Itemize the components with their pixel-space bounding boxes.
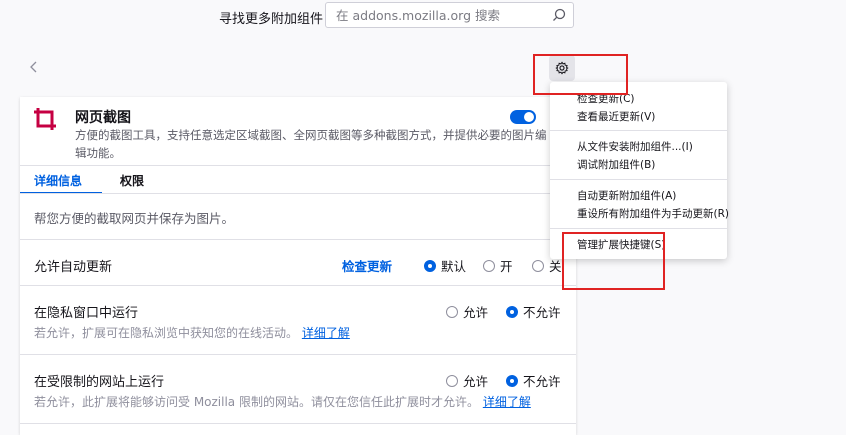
highlight-box: [533, 54, 628, 95]
menu-separator: [550, 228, 727, 229]
menu-item-auto-update[interactable]: 自动更新附加组件(A): [577, 188, 676, 203]
divider: [20, 354, 576, 355]
divider: [20, 423, 576, 424]
search-input[interactable]: [334, 7, 548, 24]
tab-permissions[interactable]: 权限: [120, 172, 144, 189]
tab-details[interactable]: 详细信息: [34, 172, 82, 189]
auto-update-on-radio[interactable]: 开: [483, 256, 513, 275]
radio-selected-icon: [424, 259, 436, 272]
subtitle-text: 若允许，此扩展将能够访问受 Mozilla 限制的网站。请仅在您信任此扩展时才允…: [34, 395, 479, 409]
learn-more-link[interactable]: 详细了解: [483, 395, 531, 409]
addon-name: 网页截图: [75, 110, 131, 126]
menu-separator: [550, 179, 727, 180]
radio-unselected-icon: [532, 259, 544, 272]
radio-label: 允许: [463, 374, 489, 389]
menu-item-view-recent-updates[interactable]: 查看最近更新(V): [577, 109, 655, 124]
menu-separator: [550, 130, 727, 131]
subtitle-text: 若允许，扩展可在隐私浏览中获知您的在线活动。: [34, 326, 299, 340]
highlight-box: [562, 232, 665, 290]
radio-unselected-icon: [446, 374, 458, 387]
radio-label: 不允许: [523, 305, 561, 320]
restricted-allow-radio[interactable]: 允许: [446, 371, 488, 390]
addons-search-box[interactable]: [325, 2, 574, 28]
radio-label: 不允许: [523, 374, 561, 389]
find-more-addons-label: 寻找更多附加组件: [219, 12, 324, 27]
back-button[interactable]: [22, 55, 46, 79]
divider: [20, 285, 576, 286]
radio-unselected-icon: [483, 259, 495, 272]
radio-label: 默认: [441, 259, 467, 274]
restricted-sites-title: 在受限制的网站上运行: [34, 375, 165, 390]
private-disallow-radio[interactable]: 不允许: [506, 302, 561, 321]
radio-selected-icon: [506, 305, 518, 318]
addon-description: 方便的截图工具，支持任意选定区域截图、全网页截图等多种截图方式，并提供必要的图片…: [75, 128, 547, 160]
addon-details-text: 帮您方便的截取网页并保存为图片。: [34, 211, 235, 226]
menu-item-reset-manual-update[interactable]: 重设所有附加组件为手动更新(R): [577, 206, 729, 221]
menu-item-debug-addons[interactable]: 调试附加组件(B): [577, 157, 655, 172]
divider: [20, 193, 576, 194]
divider: [20, 239, 576, 240]
private-window-subtitle: 若允许，扩展可在隐私浏览中获知您的在线活动。 详细了解: [34, 324, 350, 341]
addon-enable-toggle[interactable]: [510, 110, 536, 124]
addon-card: 网页截图 方便的截图工具，支持任意选定区域截图、全网页截图等多种截图方式，并提供…: [20, 97, 576, 435]
private-allow-radio[interactable]: 允许: [446, 302, 488, 321]
restricted-disallow-radio[interactable]: 不允许: [506, 371, 561, 390]
learn-more-link[interactable]: 详细了解: [302, 326, 350, 340]
divider: [20, 165, 576, 166]
radio-selected-icon: [506, 374, 518, 387]
radio-label: 开: [500, 259, 513, 274]
private-window-title: 在隐私窗口中运行: [34, 306, 139, 321]
chevron-left-icon: [30, 61, 37, 73]
auto-update-title: 允许自动更新: [34, 260, 113, 275]
auto-update-default-radio[interactable]: 默认: [424, 256, 466, 275]
radio-unselected-icon: [446, 305, 458, 318]
restricted-sites-subtitle: 若允许，此扩展将能够访问受 Mozilla 限制的网站。请仅在您信任此扩展时才允…: [34, 393, 574, 410]
check-updates-link[interactable]: 检查更新: [342, 256, 392, 275]
menu-item-install-from-file[interactable]: 从文件安装附加组件...(I): [577, 139, 693, 154]
crop-icon: [34, 108, 56, 130]
search-icon[interactable]: [551, 7, 567, 23]
radio-label: 允许: [463, 305, 489, 320]
